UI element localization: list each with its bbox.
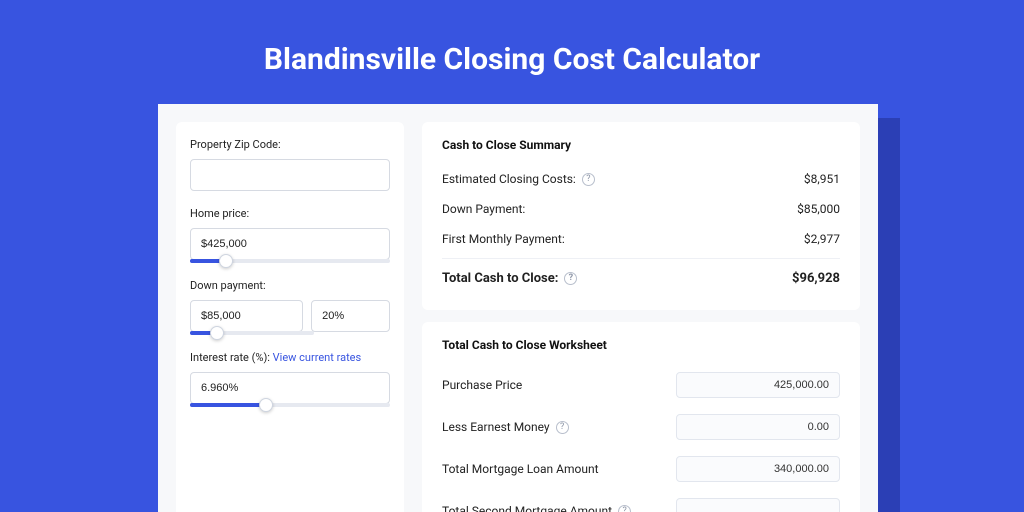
cash-to-close-summary-panel: Cash to Close Summary Estimated Closing … <box>422 122 860 310</box>
down-payment-pct-input[interactable] <box>311 300 390 332</box>
worksheet-value-input[interactable] <box>676 498 840 512</box>
slider-thumb[interactable] <box>259 398 273 412</box>
down-payment-slider[interactable] <box>190 331 314 335</box>
worksheet-row-loan-amount: Total Mortgage Loan Amount <box>442 448 840 490</box>
summary-row-first-payment: First Monthly Payment: $2,977 <box>442 224 840 254</box>
summary-total-value: $96,928 <box>792 271 840 286</box>
interest-rate-text: Interest rate (%): <box>190 351 270 364</box>
help-icon[interactable]: ? <box>564 272 577 285</box>
down-payment-label: Down payment: <box>190 279 390 292</box>
summary-row-closing-costs: Estimated Closing Costs: ? $8,951 <box>442 164 840 194</box>
worksheet-row-earnest-money: Less Earnest Money ? <box>442 406 840 448</box>
worksheet-label: Purchase Price <box>442 378 522 392</box>
help-icon[interactable]: ? <box>556 421 569 434</box>
worksheet-heading: Total Cash to Close Worksheet <box>442 338 840 352</box>
home-price-label: Home price: <box>190 207 390 220</box>
worksheet-panel: Total Cash to Close Worksheet Purchase P… <box>422 322 860 512</box>
worksheet-value-input[interactable] <box>676 456 840 482</box>
worksheet-label: Total Second Mortgage Amount <box>442 504 612 512</box>
summary-label: First Monthly Payment: <box>442 232 565 246</box>
summary-value: $8,951 <box>804 172 840 186</box>
summary-label: Estimated Closing Costs: <box>442 172 576 186</box>
summary-heading: Cash to Close Summary <box>442 138 840 152</box>
summary-value: $2,977 <box>804 232 840 246</box>
summary-value: $85,000 <box>797 202 840 216</box>
interest-rate-input[interactable] <box>190 372 390 404</box>
summary-total-label: Total Cash to Close: <box>442 271 558 286</box>
help-icon[interactable]: ? <box>618 505 631 512</box>
page-title: Blandinsville Closing Cost Calculator <box>0 0 1024 77</box>
summary-label: Down Payment: <box>442 202 525 216</box>
calculator-card: Property Zip Code: Home price: Down paym… <box>158 104 878 512</box>
interest-rate-slider[interactable] <box>190 403 390 407</box>
summary-row-down-payment: Down Payment: $85,000 <box>442 194 840 224</box>
home-price-slider[interactable] <box>190 259 390 263</box>
worksheet-label: Less Earnest Money <box>442 420 550 434</box>
worksheet-label: Total Mortgage Loan Amount <box>442 462 599 476</box>
summary-row-total: Total Cash to Close: ? $96,928 <box>442 258 840 294</box>
help-icon[interactable]: ? <box>582 173 595 186</box>
interest-rate-label: Interest rate (%): View current rates <box>190 351 390 364</box>
slider-thumb[interactable] <box>210 326 224 340</box>
inputs-panel: Property Zip Code: Home price: Down paym… <box>176 122 404 512</box>
worksheet-value-input[interactable] <box>676 372 840 398</box>
zip-label: Property Zip Code: <box>190 138 390 151</box>
slider-thumb[interactable] <box>219 254 233 268</box>
view-current-rates-link[interactable]: View current rates <box>273 351 362 364</box>
down-payment-input[interactable] <box>190 300 303 332</box>
worksheet-row-second-mortgage: Total Second Mortgage Amount ? <box>442 490 840 512</box>
zip-input[interactable] <box>190 159 390 191</box>
worksheet-row-purchase-price: Purchase Price <box>442 364 840 406</box>
worksheet-value-input[interactable] <box>676 414 840 440</box>
